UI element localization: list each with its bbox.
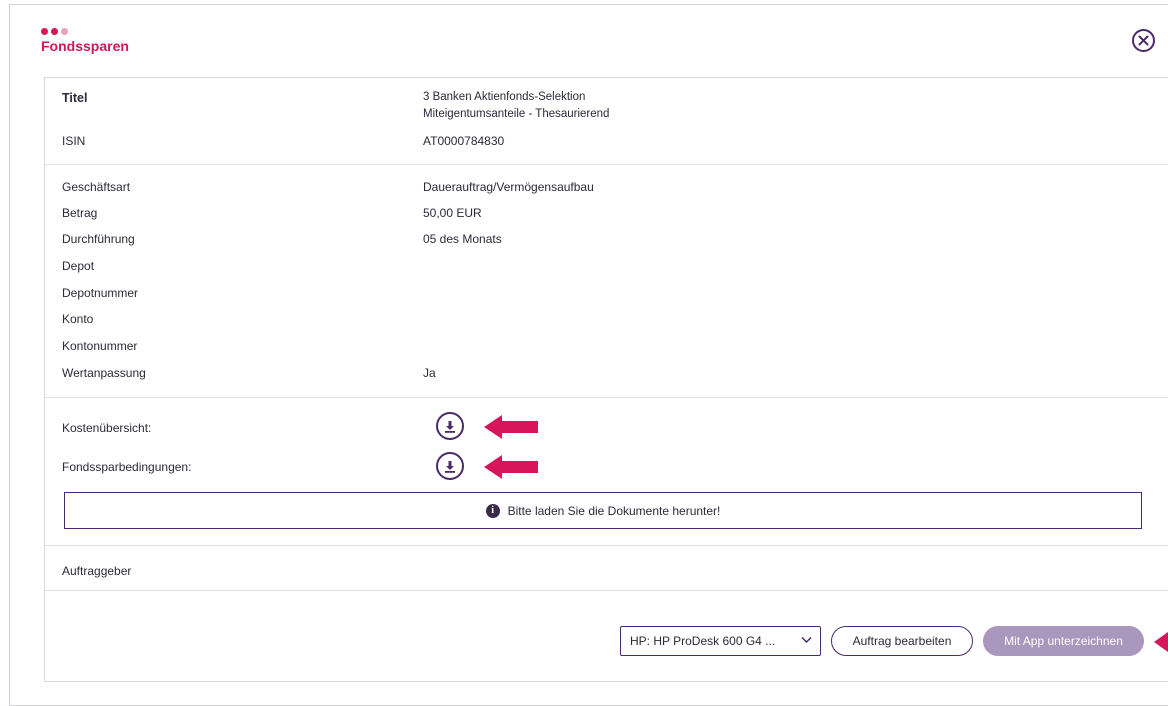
isin-value: AT0000784830 [423,134,505,148]
auftraggeber-label: Auftraggeber [62,564,132,578]
kostenuebersicht-label: Kostenübersicht: [62,421,152,435]
dot-3 [61,28,68,35]
dot-1 [41,28,48,35]
geschaeftsart-value: Dauerauftrag/Vermögensaufbau [423,180,594,194]
chevron-down-icon [801,636,812,644]
depotnummer-label: Depotnummer [62,286,139,300]
kostenuebersicht-download-button[interactable] [436,412,464,440]
divider [45,590,1168,591]
info-icon: i [485,503,500,518]
download-icon [445,420,455,433]
kontonummer-label: Kontonummer [62,339,138,353]
fondssparbedingungen-download-button[interactable] [436,452,464,480]
depot-label: Depot [62,259,95,273]
durchfuehrung-label: Durchführung [62,232,135,246]
betrag-value: 50,00 EUR [423,206,482,220]
order-summary-panel [44,77,1168,682]
dot-2 [51,28,58,35]
betrag-label: Betrag [62,206,98,220]
sign-with-app-button[interactable]: Mit App unterzeichnen [983,626,1144,656]
close-icon [1138,35,1149,46]
pointer-arrow-icon [484,455,538,479]
wertanpassung-value: Ja [423,366,436,380]
divider [45,164,1168,165]
divider [45,397,1168,398]
edit-order-button[interactable]: Auftrag bearbeiten [831,626,973,656]
device-select-value: HP: HP ProDesk 600 G4 ... [630,634,776,648]
close-button[interactable] [1132,29,1155,52]
divider [45,545,1168,546]
pointer-arrow-icon [484,415,538,439]
title-value-line1: 3 Banken Aktienfonds-Selektion [423,91,586,103]
page-title: Fondssparen [41,38,129,54]
konto-label: Konto [62,312,94,326]
title-value-line2: Miteigentumsanteile - Thesaurierend [423,108,610,120]
geschaeftsart-label: Geschäftsart [62,180,131,194]
download-info-box: i Bitte laden Sie die Dokumente herunter… [64,492,1142,529]
pointer-arrow-icon [1154,632,1168,652]
title-label: Titel [62,91,88,105]
wertanpassung-label: Wertanpassung [62,366,146,380]
download-info-text: Bitte laden Sie die Dokumente herunter! [507,503,721,518]
isin-label: ISIN [62,134,86,148]
device-select[interactable]: HP: HP ProDesk 600 G4 ... [620,626,821,656]
fondssparbedingungen-label: Fondssparbedingungen: [62,460,192,474]
durchfuehrung-value: 05 des Monats [423,232,502,246]
download-icon [445,460,455,473]
